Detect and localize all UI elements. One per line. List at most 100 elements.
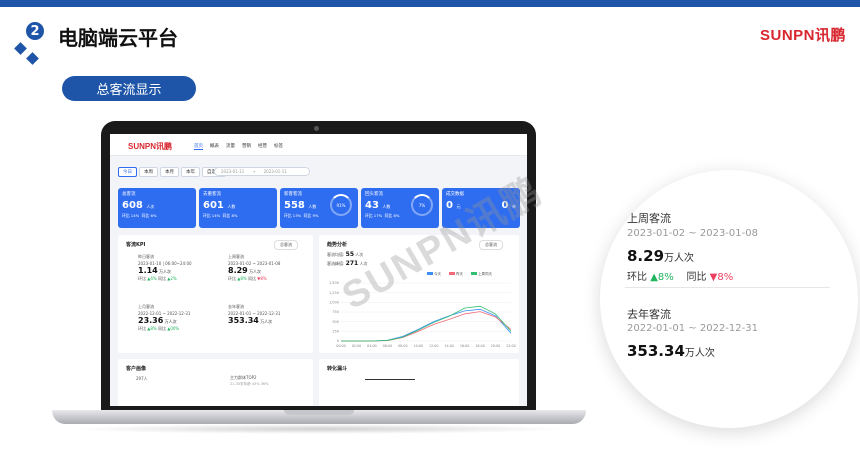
kpi-select[interactable]: 总客流 bbox=[274, 240, 298, 250]
filter-year[interactable]: 本年 bbox=[181, 167, 200, 177]
card-unit: 人数 bbox=[308, 204, 317, 209]
mag-unit: 万人次 bbox=[684, 348, 715, 359]
mag-value: 8.29 bbox=[627, 247, 665, 265]
app-logo: SUNPN讯鹏 bbox=[128, 142, 173, 151]
kpi-label: 上周客流 bbox=[228, 254, 244, 259]
diamond-icon bbox=[14, 42, 27, 55]
x-tick-label: 10:00 bbox=[414, 344, 424, 348]
x-tick-label: 02:00 bbox=[352, 344, 362, 348]
card-title: 成交数据 bbox=[446, 192, 464, 197]
app-header: SUNPN讯鹏 首页 概表 流量 营销 经营 标签 bbox=[110, 134, 527, 156]
legend-label: 今天 bbox=[434, 271, 442, 276]
card-huanbi: 环比 14% bbox=[203, 213, 221, 218]
stat-unit: 人次 bbox=[355, 252, 364, 257]
card-unit: 人次 bbox=[146, 204, 155, 209]
kpi-block-lastmonth: 上月客流 2022-12-01 ~ 2022-12-31 23.36 万人次 环… bbox=[138, 304, 191, 331]
card-value: 43 bbox=[365, 200, 379, 211]
stat-label: 客流峰值: bbox=[327, 261, 345, 266]
card-value: 0 bbox=[446, 200, 453, 211]
laptop-screen: SUNPN讯鹏 首页 概表 流量 营销 经营 标签 今日 本周 本月 本年 自定… bbox=[110, 134, 527, 406]
ratio-ring: 91% bbox=[330, 194, 352, 216]
legend-swatch bbox=[449, 272, 455, 275]
stat-card-total[interactable]: 总客流 608 人次 环比 14% 同比 6% bbox=[118, 188, 196, 228]
funnel-title: 转化漏斗 bbox=[327, 366, 348, 372]
x-tick-label: 06:00 bbox=[383, 344, 393, 348]
kpi-title: 客流KPI bbox=[126, 242, 146, 248]
kpi-huanbi: ▲4% bbox=[147, 276, 157, 281]
trend-title: 趋势分析 bbox=[327, 242, 348, 248]
kpi-tongbi: ▲00% bbox=[167, 326, 180, 331]
kpi-block-yesterday: 昨日客流 2023-01-10 | 06:00~24:00 1.14 万人次 环… bbox=[138, 254, 192, 281]
kpi-label: 去年客流 bbox=[228, 304, 244, 309]
filter-week[interactable]: 本周 bbox=[139, 167, 158, 177]
mag-title-lastyear: 去年客流 bbox=[627, 308, 671, 321]
date-end: 2023-01-11 bbox=[263, 169, 287, 174]
mag-date-lastyear: 2022-01-01 ~ 2022-12-31 bbox=[627, 323, 758, 334]
legend-swatch bbox=[471, 272, 477, 275]
stat-cards: 总客流 608 人次 环比 14% 同比 6% 去重客流 601 人数 环比 1… bbox=[118, 188, 520, 228]
date-range-picker[interactable]: 2023-01-11 → 2023-01-11 bbox=[214, 167, 310, 176]
series-line bbox=[341, 308, 512, 342]
top2-title: 主力群体TOP2 bbox=[230, 375, 257, 380]
kpi-value: 8.29 bbox=[228, 266, 248, 275]
y-tick-label: 1,250 bbox=[329, 291, 339, 295]
nav-item-traffic[interactable]: 流量 bbox=[226, 143, 235, 150]
kpi-block-lastweek: 上周客流 2023-01-02 ~ 2023-01-08 8.29 万人次 环比… bbox=[228, 254, 281, 281]
nav-item-overview[interactable]: 概表 bbox=[210, 143, 219, 150]
stat-card-unique[interactable]: 去重客流 601 人数 环比 14% 同比 8% bbox=[199, 188, 277, 228]
kpi-value: 1.14 bbox=[138, 266, 158, 275]
mag-tongbi-value: ▼8% bbox=[709, 272, 734, 283]
nav-item-operation[interactable]: 经营 bbox=[258, 143, 267, 150]
mag-value: 353.34 bbox=[627, 342, 685, 360]
card-title: 总客流 bbox=[122, 192, 136, 197]
mag-tongbi-label: 同比 bbox=[686, 272, 707, 283]
stat-card-new[interactable]: 新客客流 558 人数 环比 13% 同比 9% 91% bbox=[280, 188, 358, 228]
filter-today[interactable]: 今日 bbox=[118, 167, 137, 177]
kpi-value: 353.34 bbox=[228, 316, 259, 325]
card-huanbi: 环比 17% bbox=[365, 213, 383, 218]
section-number-badge: 2 bbox=[24, 20, 46, 42]
mag-divider bbox=[625, 287, 830, 288]
funnel-panel: 转化漏斗 bbox=[319, 359, 519, 406]
trend-chart: 0 250 500 750 1,000 1,250 1,500 00:00 02:00 04:00… bbox=[329, 271, 516, 348]
y-tick-label: 250 bbox=[332, 330, 339, 334]
kpi-panel: 客流KPI 总客流 昨日客流 2023-01-10 | 06:00~24:00 … bbox=[118, 235, 313, 353]
top2-sub: 21-30岁年龄 43% 36% bbox=[230, 382, 269, 386]
portrait-panel: 客户画像 297人 主力群体TOP2 21-30岁年龄 43% 36% bbox=[118, 359, 313, 406]
mag-date-lastweek: 2023-01-02 ~ 2023-01-08 bbox=[627, 228, 758, 239]
trend-stat-mean: 客流均值: 55 人次 bbox=[327, 251, 363, 258]
y-tick-label: 750 bbox=[332, 310, 339, 314]
mag-huanbi-value: ▲8% bbox=[650, 272, 674, 283]
ratio-ring: 7% bbox=[411, 194, 433, 216]
section-pill[interactable]: 总客流显示 bbox=[62, 76, 196, 101]
card-unit-2: 单 bbox=[512, 204, 516, 209]
nav-item-home[interactable]: 首页 bbox=[194, 143, 203, 150]
portrait-count: 297人 bbox=[136, 376, 148, 381]
filter-month[interactable]: 本月 bbox=[160, 167, 179, 177]
mag-title-lastweek: 上周客流 bbox=[627, 212, 671, 225]
laptop-shadow bbox=[70, 424, 570, 434]
stat-card-returning[interactable]: 回头客流 43 人数 环比 17% 同比 8% 7% bbox=[361, 188, 439, 228]
trend-select[interactable]: 总客流 bbox=[479, 240, 503, 250]
nav-item-tags[interactable]: 标签 bbox=[274, 143, 283, 150]
nav-item-marketing[interactable]: 营销 bbox=[242, 143, 251, 150]
funnel-line bbox=[365, 379, 415, 380]
stat-unit: 人次 bbox=[359, 261, 368, 266]
kpi-unit: 万人次 bbox=[159, 269, 172, 274]
laptop-notch bbox=[284, 410, 354, 415]
card-value-2: 0 bbox=[501, 200, 509, 211]
x-tick-label: 00:00 bbox=[336, 344, 346, 348]
card-unit: 元 bbox=[456, 204, 461, 209]
stat-card-deals[interactable]: 成交数据 0 元 0 单 bbox=[442, 188, 520, 228]
mag-unit: 万人次 bbox=[664, 253, 695, 264]
stat-value: 55 bbox=[345, 251, 354, 258]
mag-compare: 环比 ▲8% 同比 ▼8% bbox=[627, 268, 733, 283]
page-title: 电脑端云平台 bbox=[58, 26, 178, 50]
portrait-title: 客户画像 bbox=[126, 366, 147, 372]
y-tick-label: 500 bbox=[332, 320, 339, 324]
trend-panel: 趋势分析 总客流 客流均值: 55 人次 客流峰值: 271 人次 0 250 50… bbox=[319, 235, 519, 353]
mag-huanbi-label: 环比 bbox=[627, 272, 647, 283]
date-start: 2023-01-11 bbox=[221, 169, 245, 174]
x-tick-label: 14:00 bbox=[444, 344, 454, 348]
diamond-icon bbox=[26, 52, 39, 65]
